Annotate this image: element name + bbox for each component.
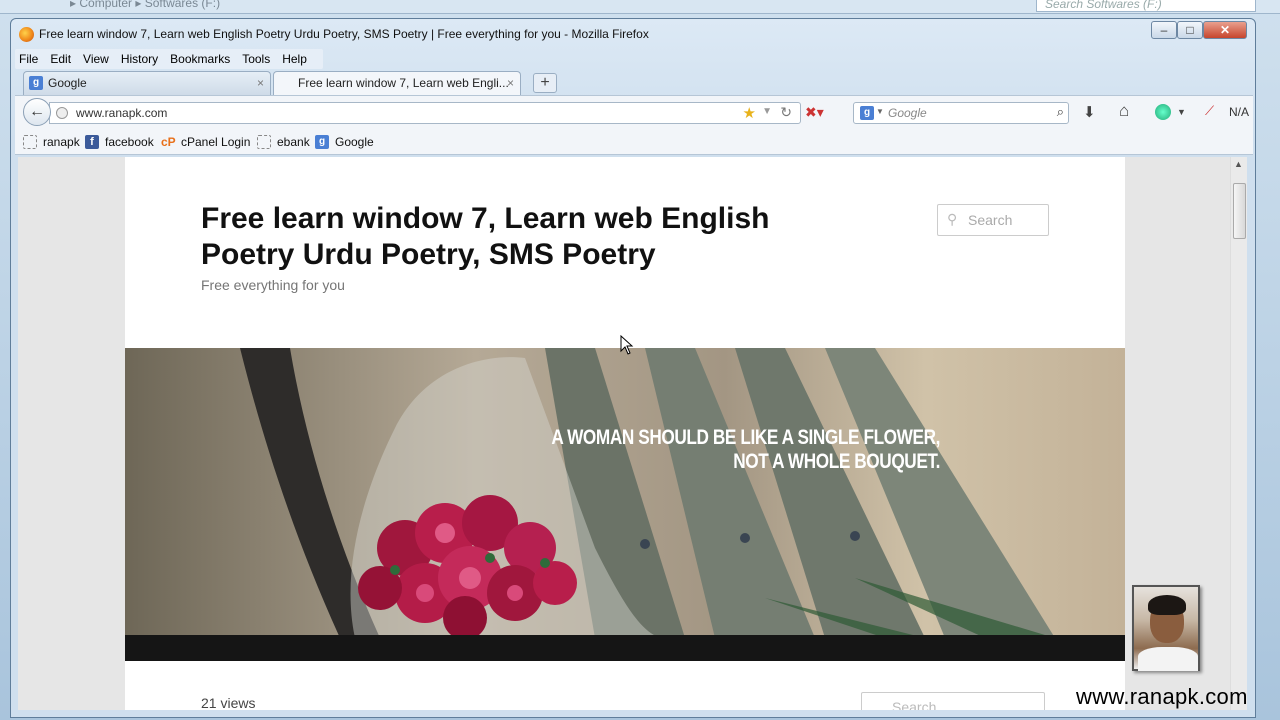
title-bar[interactable]: Free learn window 7, Learn web English P… (11, 19, 1255, 49)
web-search-box[interactable]: g ▼ Google ⌕ (853, 102, 1069, 124)
bookmark-facebook[interactable]: f facebook (85, 135, 154, 149)
bookmark-label: cPanel Login (181, 135, 251, 149)
menu-bar: File Edit View History Bookmarks Tools H… (15, 49, 323, 69)
explorer-breadcrumb: ▸ Computer ▸ Softwares (F:) (70, 0, 221, 10)
bookmarks-toolbar: ranapk f facebook cP cPanel Login ebank … (15, 129, 1253, 155)
maximize-button[interactable]: □ (1177, 21, 1203, 39)
url-bar[interactable]: www.ranapk.com ★ ▼ ↻ (49, 102, 801, 124)
page-container: Free learn window 7, Learn web English P… (125, 157, 1125, 710)
search-icon: ⚲ (947, 211, 958, 227)
facebook-icon: f (85, 135, 99, 149)
page-icon (23, 135, 37, 149)
bookmark-google[interactable]: g Google (315, 135, 374, 149)
search-placeholder: Search (892, 699, 937, 710)
presenter-webcam-photo (1132, 585, 1200, 671)
search-icon[interactable]: ⌕ (1057, 104, 1064, 120)
search-engine-dropdown-icon[interactable]: ▼ (876, 107, 884, 116)
avatar-shirt (1138, 647, 1198, 671)
bookmark-star-icon[interactable]: ★ (743, 104, 756, 122)
mouse-cursor-icon (620, 335, 634, 355)
hero-quote: A WOMAN SHOULD BE LIKE A SINGLE FLOWER, … (551, 426, 940, 474)
hero-quote-line2: NOT A WHOLE BOUQUET. (733, 450, 940, 473)
menu-view[interactable]: View (83, 49, 109, 69)
site-description: Free everything for you (201, 277, 345, 293)
download-status-icon[interactable]: ✖▾ (805, 104, 824, 121)
bookmark-label: facebook (105, 135, 154, 149)
bookmark-ebank[interactable]: ebank (257, 135, 310, 149)
view-count: 21 views (201, 695, 256, 710)
firefox-icon (19, 27, 34, 42)
menu-edit[interactable]: Edit (50, 49, 71, 69)
google-icon: g (29, 76, 43, 90)
cpanel-icon: cP (161, 135, 176, 149)
menu-history[interactable]: History (121, 49, 158, 69)
addon-globe-icon[interactable] (1155, 104, 1171, 120)
bookmark-label: ranapk (43, 135, 80, 149)
stats-icon[interactable]: ⟋ (1205, 103, 1214, 119)
bench-flower-photo (240, 348, 1055, 638)
page-viewport: Free learn window 7, Learn web English P… (18, 157, 1230, 710)
url-text[interactable]: www.ranapk.com (76, 106, 167, 120)
scrollbar-thumb[interactable] (1233, 183, 1246, 239)
menu-help[interactable]: Help (282, 49, 307, 69)
home-icon[interactable]: ⌂ (1119, 101, 1129, 121)
menu-tools[interactable]: Tools (242, 49, 270, 69)
minimize-button[interactable]: – (1151, 21, 1177, 39)
explorer-window-behind: ▸ Computer ▸ Softwares (F:) Search Softw… (0, 0, 1280, 14)
globe-icon (56, 107, 68, 119)
hero-quote-line1: A WOMAN SHOULD BE LIKE A SINGLE FLOWER, (551, 426, 940, 449)
bookmark-label: Google (335, 135, 374, 149)
url-history-dropdown-icon[interactable]: ▼ (762, 106, 772, 117)
navigation-toolbar: www.ranapk.com ★ ▼ ↻ ← ✖▾ g ▼ Google ⌕ ⬇… (15, 95, 1253, 129)
tab-google[interactable]: g Google × (23, 71, 271, 95)
site-search-input[interactable]: ⚲ Search (937, 204, 1049, 236)
site-title[interactable]: Free learn window 7, Learn web English P… (201, 201, 821, 273)
tab-label: Free learn window 7, Learn web Engli... (298, 76, 509, 90)
tab-label: Google (48, 76, 87, 90)
tab-ranapk[interactable]: Free learn window 7, Learn web Engli... … (273, 71, 521, 95)
bookmark-cpanel-login[interactable]: cP cPanel Login (161, 135, 250, 149)
vertical-scrollbar[interactable]: ▲ (1230, 157, 1247, 710)
search-placeholder: Google (888, 106, 927, 120)
tab-close-icon[interactable]: × (507, 72, 514, 94)
window-title: Free learn window 7, Learn web English P… (39, 27, 649, 41)
avatar-hair (1148, 595, 1186, 615)
close-button[interactable]: ✕ (1203, 21, 1247, 39)
addon-status-text: N/A (1229, 105, 1250, 119)
reload-icon[interactable]: ↻ (780, 104, 792, 121)
header-image: A WOMAN SHOULD BE LIKE A SINGLE FLOWER, … (125, 348, 1125, 638)
scroll-up-arrow-icon[interactable]: ▲ (1234, 159, 1243, 169)
addon-dropdown-icon[interactable]: ▼ (1177, 107, 1186, 117)
menu-bookmarks[interactable]: Bookmarks (170, 49, 230, 69)
watermark: www.ranapk.com (1076, 684, 1248, 709)
back-button[interactable]: ← (23, 98, 51, 126)
google-icon: g (860, 106, 874, 120)
menu-file[interactable]: File (19, 49, 38, 69)
new-tab-button[interactable]: + (533, 73, 557, 93)
explorer-search-input[interactable]: Search Softwares (F:) (1036, 0, 1256, 12)
search-placeholder: Search (968, 212, 1013, 228)
google-icon: g (315, 135, 329, 149)
bookmark-ranapk[interactable]: ranapk (23, 135, 80, 149)
sidebar-search-input[interactable]: Search (861, 692, 1045, 710)
tab-close-icon[interactable]: × (257, 72, 264, 94)
bookmark-label: ebank (277, 135, 310, 149)
nav-menu-bar (125, 635, 1125, 661)
download-icon[interactable]: ⬇ (1083, 103, 1096, 121)
page-icon (257, 135, 271, 149)
tab-strip: g Google × Free learn window 7, Learn we… (21, 71, 1251, 95)
